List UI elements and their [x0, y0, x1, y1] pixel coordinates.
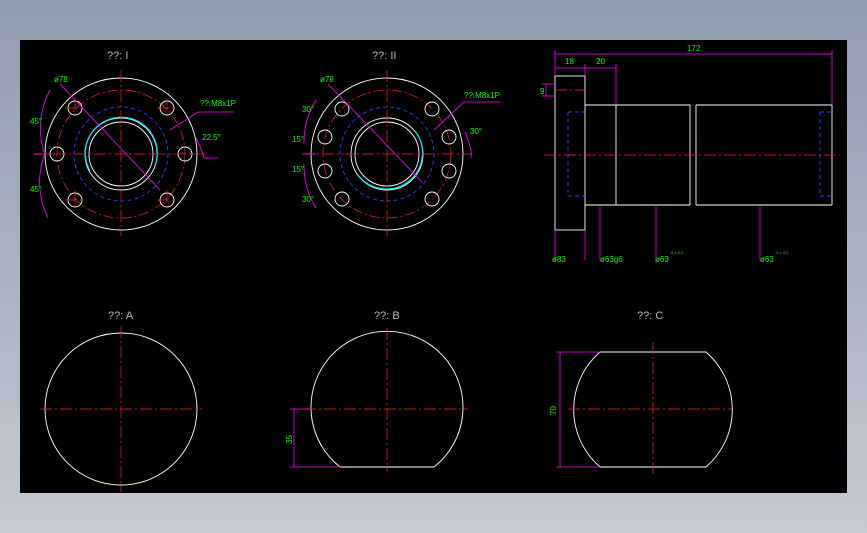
bolt-hole	[441, 163, 457, 179]
side-view-outline	[554, 75, 833, 231]
view-a-centerlines	[40, 326, 202, 492]
cad-drawing: ??: I ø78 ??:M8x1P 45° 45° 22.5° ??: II …	[30, 44, 840, 492]
bolt-hole	[334, 191, 350, 207]
side-view-centerlines	[544, 89, 840, 156]
side-view-hidden-lines	[567, 111, 832, 197]
view-1-bolt-circle-label: ø78	[54, 75, 68, 84]
view-2-angle-30-r: 30°	[470, 127, 482, 136]
view-2-centerlines	[302, 70, 472, 236]
side-d4-tol: -0.1 -0.2	[775, 251, 788, 255]
view-2-angle-15-t: 15°	[292, 135, 304, 144]
side-d2: ø63g6	[600, 255, 623, 264]
view-b: ??: B 35	[285, 310, 468, 472]
view-c: ??: C 70	[549, 310, 733, 476]
view-2-dimensions	[302, 83, 500, 209]
view-b-centerlines	[304, 328, 468, 472]
side-flange-thickness: 18	[565, 57, 574, 66]
view-1-angle-right: 22.5°	[202, 133, 221, 142]
view-2-angle-30-tl: 30°	[302, 105, 314, 114]
view-c-centerlines	[568, 342, 732, 476]
view-a-title: ??: A	[108, 310, 134, 322]
view-c-title: ??: C	[637, 310, 663, 322]
bolt-hole	[424, 101, 440, 117]
side-total-length: 172	[687, 44, 701, 53]
view-1-angle-top: 45°	[30, 117, 42, 126]
view-b-height: 35	[285, 435, 294, 444]
side-d1: ø83	[552, 255, 566, 264]
drawing-canvas: ??: I ø78 ??:M8x1P 45° 45° 22.5° ??: II …	[20, 40, 847, 493]
side-step-length: 20	[596, 57, 605, 66]
view-1-thread-label: ??:M8x1P	[200, 99, 236, 108]
view-1-angle-bottom: 45°	[30, 185, 42, 194]
view-b-title: ??: B	[374, 310, 400, 322]
view-2: ??: II ø78 ??:M8x1P 30° 15° 15° 30° 30°	[292, 50, 500, 236]
view-b-dimensions	[290, 408, 340, 468]
side-d3: ø63	[655, 255, 669, 264]
view-2-bolt-circle-label: ø78	[320, 75, 334, 84]
bolt-hole	[424, 191, 440, 207]
view-2-thread-arc	[357, 130, 424, 190]
view-2-angle-30-bl: 30°	[302, 195, 314, 204]
side-d4: ø63	[760, 255, 774, 264]
side-small-offset: 9	[540, 87, 545, 96]
view-1-centerlines	[34, 70, 208, 236]
side-view: 172 18 20 9 ø83 ø63g6 ø63 -0.1 -0.2 ø63 …	[540, 44, 840, 264]
view-c-dimensions	[556, 351, 600, 468]
view-c-height: 70	[549, 406, 558, 415]
view-1-title: ??: I	[107, 50, 128, 62]
view-2-title: ??: II	[372, 50, 396, 62]
side-d3-tol: -0.1 -0.2	[670, 251, 683, 255]
view-a: ??: A	[40, 310, 202, 492]
view-2-thread-label: ??:M8x1P	[464, 91, 500, 100]
view-1: ??: I ø78 ??:M8x1P 45° 45° 22.5°	[30, 50, 236, 236]
view-2-angle-15-b: 15°	[292, 165, 304, 174]
